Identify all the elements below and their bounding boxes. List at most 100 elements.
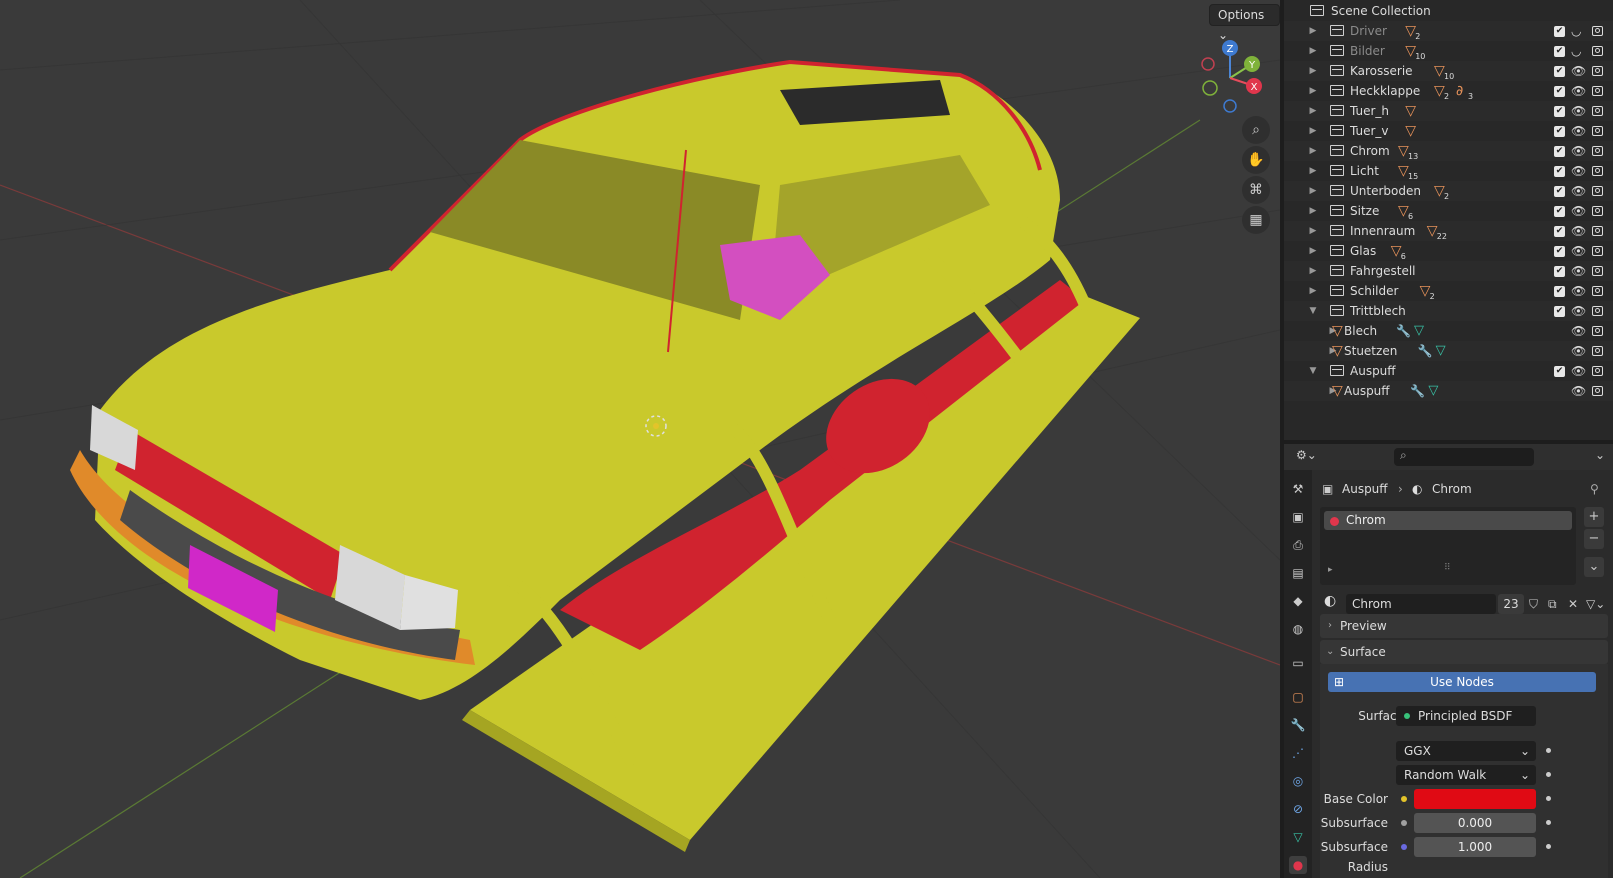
- add-slot-button[interactable]: +: [1584, 507, 1604, 527]
- user-count-button[interactable]: 23: [1498, 594, 1524, 614]
- modifier-wrench-icon[interactable]: 🔧: [1418, 341, 1433, 361]
- pin-icon[interactable]: ⚲: [1590, 480, 1599, 498]
- eye-icon[interactable]: 👁: [1571, 381, 1586, 401]
- collapsed-arrow-icon[interactable]: ▶: [1308, 281, 1318, 301]
- render-camera-icon[interactable]: [1592, 306, 1603, 316]
- fake-user-shield-icon[interactable]: ⛉: [1529, 594, 1538, 614]
- modifier-wrench-icon[interactable]: 🔧: [1396, 321, 1411, 341]
- eye-icon[interactable]: 👁: [1571, 181, 1586, 201]
- duplicate-material-icon[interactable]: ⧉: [1548, 594, 1557, 614]
- keyframe-dot[interactable]: [1546, 844, 1551, 849]
- mesh-data-icon[interactable]: ▽: [1414, 321, 1424, 341]
- exclude-checkbox[interactable]: ✔: [1554, 286, 1565, 297]
- exclude-checkbox[interactable]: ✔: [1554, 166, 1565, 177]
- collapsed-arrow-icon[interactable]: ▶: [1308, 141, 1318, 161]
- exclude-checkbox[interactable]: ✔: [1554, 126, 1565, 137]
- collapsed-arrow-icon[interactable]: ▶: [1308, 241, 1318, 261]
- eye-icon[interactable]: 👁: [1571, 361, 1586, 381]
- outliner-collection-row[interactable]: ▶ Fahrgestell ✔ 👁: [1284, 261, 1613, 281]
- render-camera-icon[interactable]: [1592, 86, 1603, 96]
- outliner-collection-row[interactable]: ▶ Tuer_h ▽ ✔ 👁: [1284, 101, 1613, 121]
- eye-icon[interactable]: 👁: [1571, 81, 1586, 101]
- exclude-checkbox[interactable]: ✔: [1554, 46, 1565, 57]
- chevron-down-icon[interactable]: ⌄: [1595, 448, 1605, 462]
- expanded-arrow-icon[interactable]: ▼: [1308, 361, 1318, 381]
- eye-icon[interactable]: 👁: [1571, 101, 1586, 121]
- render-camera-icon[interactable]: [1592, 246, 1603, 256]
- exclude-checkbox[interactable]: ✔: [1554, 66, 1565, 77]
- collapsed-arrow-icon[interactable]: ▶: [1308, 101, 1318, 121]
- pan-hand-icon[interactable]: ✋: [1242, 146, 1270, 174]
- render-camera-icon[interactable]: [1592, 326, 1603, 336]
- camera-view-icon[interactable]: ⌘: [1242, 176, 1270, 204]
- collection-tab-icon[interactable]: ▭: [1289, 654, 1307, 672]
- collapsed-arrow-icon[interactable]: ▶: [1308, 161, 1318, 181]
- eye-icon[interactable]: 👁: [1571, 61, 1586, 81]
- outliner-collection-row[interactable]: ▼ Auspuff ✔ 👁: [1284, 361, 1613, 381]
- properties-editor[interactable]: ⚙⌄ ⌕ ⌄ ⚒ ▣ ⎙ ▤ ◆ ◍ ▭ ▢ 🔧 ⋰ ◎ ⊘ ▽ ● ▣ Aus…: [1284, 444, 1613, 878]
- tool-tab-icon[interactable]: ⚒: [1289, 480, 1307, 498]
- collapsed-arrow-icon[interactable]: ▶: [1308, 181, 1318, 201]
- eye-icon[interactable]: 👁: [1571, 281, 1586, 301]
- outliner-collection-row[interactable]: ▶ Bilder ▽ 10 ✔ ◡: [1284, 41, 1613, 61]
- eye-icon[interactable]: 👁: [1571, 121, 1586, 141]
- hidden-eye-icon[interactable]: ◡: [1571, 21, 1581, 41]
- expanded-arrow-icon[interactable]: ▼: [1308, 301, 1318, 321]
- material-slot-list[interactable]: Chrom ▸ ⠿: [1320, 507, 1576, 585]
- collapsed-arrow-icon[interactable]: ▶: [1308, 121, 1318, 141]
- zoom-icon[interactable]: ⌕: [1242, 116, 1270, 144]
- resize-handle-icon[interactable]: ⠿: [1444, 563, 1451, 573]
- subsurface-slider[interactable]: 0.000: [1414, 813, 1536, 833]
- render-camera-icon[interactable]: [1592, 166, 1603, 176]
- exclude-checkbox[interactable]: ✔: [1554, 306, 1565, 317]
- eye-icon[interactable]: 👁: [1571, 161, 1586, 181]
- exclude-checkbox[interactable]: ✔: [1554, 266, 1565, 277]
- outliner-collection-row[interactable]: ▶ Karosserie ▽ 10 ✔ 👁: [1284, 61, 1613, 81]
- outliner-object-row[interactable]: ▶ ▽ Blech 🔧 ▽ 👁: [1284, 321, 1613, 341]
- options-dropdown[interactable]: Options ⌄: [1209, 4, 1280, 42]
- link-mesh-icon[interactable]: ▽⌄: [1586, 594, 1605, 614]
- outliner-object-row[interactable]: ▶ ▽ Auspuff 🔧 ▽ 👁: [1284, 381, 1613, 401]
- exclude-checkbox[interactable]: ✔: [1554, 146, 1565, 157]
- mesh-data-icon[interactable]: ▽: [1428, 381, 1438, 401]
- exclude-checkbox[interactable]: ✔: [1554, 26, 1565, 37]
- scene-collection-row[interactable]: Scene Collection: [1284, 1, 1613, 21]
- keyframe-dot[interactable]: [1546, 748, 1551, 753]
- render-camera-icon[interactable]: [1592, 386, 1603, 396]
- outliner[interactable]: Scene Collection ▶ Driver ▽ 2 ✔ ◡ ▶ Bilder ▽ 10 ✔ ◡…: [1284, 0, 1613, 440]
- unlink-close-icon[interactable]: ✕: [1568, 594, 1578, 614]
- output-tab-icon[interactable]: ⎙: [1289, 536, 1307, 554]
- eye-icon[interactable]: 👁: [1571, 221, 1586, 241]
- navigation-gizmo[interactable]: Z Y X: [1192, 40, 1268, 120]
- collapsed-arrow-icon[interactable]: ▶: [1308, 21, 1318, 41]
- exclude-checkbox[interactable]: ✔: [1554, 366, 1565, 377]
- eye-icon[interactable]: 👁: [1571, 341, 1586, 361]
- eye-icon[interactable]: 👁: [1571, 141, 1586, 161]
- eye-icon[interactable]: 👁: [1571, 201, 1586, 221]
- collapsed-arrow-icon[interactable]: ▶: [1308, 81, 1318, 101]
- scene-tab-icon[interactable]: ◆: [1289, 592, 1307, 610]
- keyframe-dot[interactable]: [1546, 796, 1551, 801]
- eye-icon[interactable]: 👁: [1571, 301, 1586, 321]
- render-camera-icon[interactable]: [1592, 286, 1603, 296]
- material-name-field[interactable]: Chrom: [1346, 594, 1496, 614]
- render-camera-icon[interactable]: [1592, 206, 1603, 216]
- subsurface-method-dropdown[interactable]: Random Walk ⌄: [1396, 765, 1536, 785]
- world-tab-icon[interactable]: ◍: [1289, 620, 1307, 638]
- eye-icon[interactable]: 👁: [1571, 241, 1586, 261]
- render-camera-icon[interactable]: [1592, 106, 1603, 116]
- outliner-collection-row[interactable]: ▶ Heckklappe ▽ 2 ∂ 3 ✔ 👁: [1284, 81, 1613, 101]
- exclude-checkbox[interactable]: ✔: [1554, 226, 1565, 237]
- eye-icon[interactable]: 👁: [1571, 261, 1586, 281]
- render-camera-icon[interactable]: [1592, 366, 1603, 376]
- collapsed-arrow-icon[interactable]: ▶: [1308, 41, 1318, 61]
- render-camera-icon[interactable]: [1592, 66, 1603, 76]
- collapsed-arrow-icon[interactable]: ▶: [1308, 61, 1318, 81]
- collapsed-arrow-icon[interactable]: ▶: [1308, 201, 1318, 221]
- render-tab-icon[interactable]: ▣: [1289, 508, 1307, 526]
- hidden-eye-icon[interactable]: ◡: [1571, 41, 1581, 61]
- outliner-collection-row[interactable]: ▶ Schilder ▽ 2 ✔ 👁: [1284, 281, 1613, 301]
- slot-specials-button[interactable]: ⌄: [1584, 557, 1604, 577]
- outliner-object-row[interactable]: ▶ ▽ Stuetzen 🔧 ▽ 👁: [1284, 341, 1613, 361]
- 3d-viewport[interactable]: Options ⌄ Z Y X ⌕ ✋ ⌘ ▦: [0, 0, 1280, 878]
